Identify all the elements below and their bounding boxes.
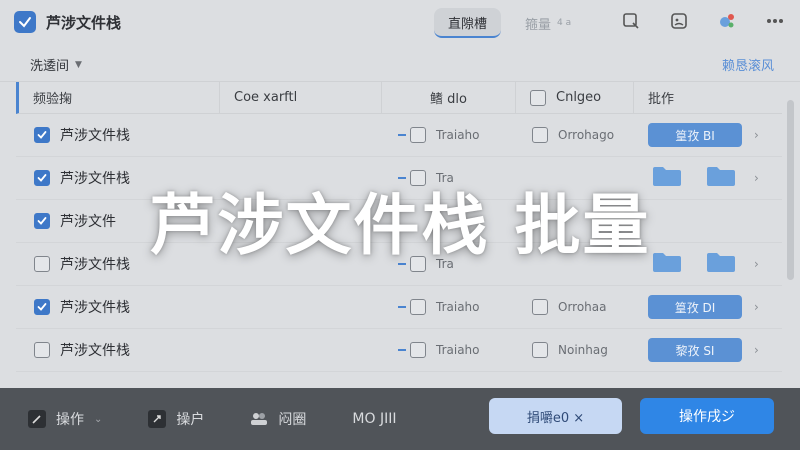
confirm-operation-button[interactable]: 操作戌ジ [640,398,774,434]
option-checkbox[interactable] [532,127,548,143]
chevron-down-icon: ⌄ [94,413,103,425]
overlay-title: 芦涉文件栈 批量 [149,187,651,264]
cancel-button[interactable]: 捐嚼e0 × [489,398,622,434]
app-header: 芦涉文件栈 直隙槽 箍量 4 a [0,0,800,44]
status-checkbox[interactable] [410,342,426,358]
option-text: Noinhag [558,343,608,357]
status-text: Traiaho [436,300,480,314]
option-cell: Orrohaa [532,299,607,315]
status-cell: Traiaho [398,299,480,315]
bottom-item-mode[interactable]: MO JIII [352,411,396,427]
status-text: Traiaho [436,343,480,357]
checkbox-icon[interactable] [14,11,36,33]
column-header-status[interactable]: 鳍 dlo [382,82,516,113]
row-checkbox[interactable] [34,342,50,358]
table-row[interactable]: 芦涉文件栈 Traiaho Orrohago 篁孜 BI › [16,114,782,157]
bottom-item-label: 闷圈 [278,412,307,428]
tab-batch[interactable]: 箍量 4 a [511,8,585,38]
header-checkbox[interactable] [530,89,546,106]
app-title: 芦涉文件栈 [46,13,122,32]
chevron-down-icon[interactable]: ▼ [75,60,82,70]
tab-label: 直隙槽 [448,16,488,32]
status-cell: Traiaho [398,127,480,143]
filter-link[interactable]: 赖恳滚风 [722,55,774,74]
bottom-item-label: 操户 [176,412,205,428]
image-icon[interactable] [668,10,690,32]
column-header-type[interactable]: Coe xarftl [220,82,382,113]
bottom-item-members[interactable]: 闷圈 [250,409,306,429]
row-action-button[interactable]: 篁孜 DI [648,295,742,319]
column-header-option[interactable]: Cnlgeo [516,82,634,113]
tab-label: 箍量 [525,17,552,33]
status-cell: Traiaho [398,342,480,358]
column-header-option-label: Cnlgeo [556,90,602,105]
option-checkbox[interactable] [532,342,548,358]
chevron-right-icon[interactable]: › [754,343,759,357]
dash-icon [398,306,406,308]
option-cell: Orrohago [532,127,614,143]
table-row[interactable]: 芦涉文件栈 Traiaho Noinhag 黎孜 SI › [16,329,782,372]
bottom-action-bar: 操作 ⌄ 操户 闷圈 MO JIII 捐嚼e0 × 操作戌ジ [0,388,800,450]
status-checkbox[interactable] [410,299,426,315]
ai-assistant-icon[interactable] [716,10,738,32]
people-icon [250,410,268,428]
option-checkbox[interactable] [532,299,548,315]
bottom-item-operate[interactable]: 操作 ⌄ [28,409,102,429]
header-icons [620,10,786,32]
pen-tool-icon [148,410,167,428]
bottom-item-label: 操作 [56,412,84,428]
filter-dropdown[interactable]: 洗逶间 [30,55,69,74]
column-header-name[interactable]: 频验掬 [19,82,220,113]
pen-icon [28,410,46,428]
file-name: 芦涉文件栈 [60,343,130,359]
tab-direct[interactable]: 直隙槽 [434,8,502,38]
row-checkbox[interactable] [34,299,50,315]
dash-icon [398,349,406,351]
option-text: Orrohago [558,128,615,142]
status-checkbox[interactable] [410,127,426,143]
row-action-button[interactable]: 黎孜 SI [648,338,742,362]
status-text: Traiaho [436,128,480,142]
option-text: Orrohaa [558,300,607,314]
app-window: 芦涉文件栈 直隙槽 箍量 4 a 洗逶间 ▼ 赖恳滚风 频验掬 Coe xarf… [0,0,800,450]
row-checkbox[interactable] [34,127,50,143]
more-icon[interactable] [764,10,786,32]
column-header-action[interactable]: 批作 [634,82,774,113]
file-name: 芦涉文件栈 [60,300,130,316]
row-action-button[interactable]: 篁孜 BI [648,123,742,147]
chevron-right-icon[interactable]: › [754,300,759,314]
bottom-item-user[interactable]: 操户 [148,409,204,429]
chevron-right-icon[interactable]: › [754,128,759,142]
tab-count: 4 a [557,18,572,28]
filter-bar: 洗逶间 ▼ 赖恳滚风 [0,48,800,82]
dash-icon [398,134,406,136]
search-icon[interactable] [620,10,642,32]
file-name: 芦涉文件栈 [60,128,130,144]
table-header: 频验掬 Coe xarftl 鳍 dlo Cnlgeo 批作 [16,82,782,114]
bottom-item-label: MO JIII [352,411,397,427]
table-row[interactable]: 芦涉文件栈 Traiaho Orrohaa 篁孜 DI › [16,286,782,329]
view-tabs: 直隙槽 箍量 4 a [434,8,585,38]
option-cell: Noinhag [532,342,608,358]
